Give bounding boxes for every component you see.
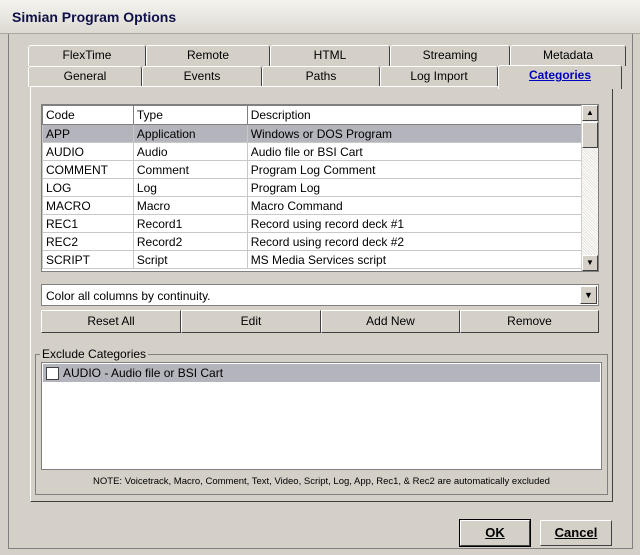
scroll-thumb[interactable] xyxy=(582,122,598,148)
cell-description: MS Media Services script xyxy=(246,250,584,269)
cell-type: Script xyxy=(132,250,248,269)
column-header-description[interactable]: Description xyxy=(246,105,584,125)
tab-events[interactable]: Events xyxy=(142,66,262,87)
exclude-audio-checkbox[interactable] xyxy=(46,367,59,380)
cell-type: Audio xyxy=(132,142,248,161)
grid-vertical-scrollbar[interactable]: ▲ ▼ xyxy=(581,105,598,271)
grid-header-row: Code Type Description xyxy=(42,105,584,125)
cancel-button[interactable]: Cancel xyxy=(540,520,612,546)
tab-log-import[interactable]: Log Import xyxy=(380,66,498,87)
cell-type: Record1 xyxy=(132,214,248,233)
cell-code: AUDIO xyxy=(42,142,134,161)
cell-code: APP xyxy=(42,124,134,143)
cell-code: MACRO xyxy=(42,196,134,215)
tab-categories[interactable]: Categories xyxy=(498,65,622,89)
scroll-up-icon[interactable]: ▲ xyxy=(582,105,598,121)
tab-streaming[interactable]: Streaming xyxy=(390,45,510,66)
edit-button[interactable]: Edit xyxy=(181,310,321,333)
cell-description: Record using record deck #1 xyxy=(246,214,584,233)
cell-description: Program Log xyxy=(246,178,584,197)
tab-metadata[interactable]: Metadata xyxy=(510,45,626,66)
cell-type: Application xyxy=(132,124,248,143)
cell-type: Comment xyxy=(132,160,248,179)
cell-description: Audio file or BSI Cart xyxy=(246,142,584,161)
tab-remote[interactable]: Remote xyxy=(146,45,270,66)
cell-code: SCRIPT xyxy=(42,250,134,269)
cell-code: REC2 xyxy=(42,232,134,251)
color-mode-value: Color all columns by continuity. xyxy=(46,289,211,303)
categories-grid[interactable]: Code Type Description APP Application Wi… xyxy=(41,104,599,272)
table-row[interactable]: SCRIPT Script MS Media Services script xyxy=(42,250,584,269)
cell-type: Macro xyxy=(132,196,248,215)
title-bar: Simian Program Options xyxy=(0,0,640,34)
list-item-label: AUDIO - Audio file or BSI Cart xyxy=(63,366,224,380)
cell-code: LOG xyxy=(42,178,134,197)
color-mode-select[interactable]: Color all columns by continuity. ▼ xyxy=(41,284,599,306)
cell-description: Record using record deck #2 xyxy=(246,232,584,251)
window-title: Simian Program Options xyxy=(12,9,177,25)
column-header-code[interactable]: Code xyxy=(42,105,134,125)
list-item[interactable]: AUDIO - Audio file or BSI Cart xyxy=(43,364,600,382)
cell-type: Record2 xyxy=(132,232,248,251)
cell-description: Program Log Comment xyxy=(246,160,584,179)
ok-button[interactable]: OK xyxy=(459,519,531,547)
table-row[interactable]: APP Application Windows or DOS Program xyxy=(42,124,584,143)
cell-code: COMMENT xyxy=(42,160,134,179)
table-row[interactable]: LOG Log Program Log xyxy=(42,178,584,197)
tab-general[interactable]: General xyxy=(28,66,142,87)
exclude-categories-label: Exclude Categories xyxy=(40,347,149,361)
cell-code: REC1 xyxy=(42,214,134,233)
tab-flextime[interactable]: FlexTime xyxy=(28,45,146,66)
column-header-type[interactable]: Type xyxy=(132,105,248,125)
reset-all-button[interactable]: Reset All xyxy=(41,310,181,333)
scroll-down-icon[interactable]: ▼ xyxy=(582,255,598,271)
table-row[interactable]: MACRO Macro Macro Command xyxy=(42,196,584,215)
exclusion-note: NOTE: Voicetrack, Macro, Comment, Text, … xyxy=(93,476,550,487)
cell-type: Log xyxy=(132,178,248,197)
cell-description: Macro Command xyxy=(246,196,584,215)
dropdown-arrow-icon[interactable]: ▼ xyxy=(580,286,597,304)
tab-html[interactable]: HTML xyxy=(270,45,390,66)
table-row[interactable]: REC1 Record1 Record using record deck #1 xyxy=(42,214,584,233)
cell-description: Windows or DOS Program xyxy=(246,124,584,143)
tab-paths[interactable]: Paths xyxy=(262,66,380,87)
add-new-button[interactable]: Add New xyxy=(321,310,460,333)
table-row[interactable]: AUDIO Audio Audio file or BSI Cart xyxy=(42,142,584,161)
table-row[interactable]: REC2 Record2 Record using record deck #2 xyxy=(42,232,584,251)
remove-button[interactable]: Remove xyxy=(460,310,599,333)
exclude-categories-list[interactable]: AUDIO - Audio file or BSI Cart xyxy=(41,362,602,470)
table-row[interactable]: COMMENT Comment Program Log Comment xyxy=(42,160,584,179)
